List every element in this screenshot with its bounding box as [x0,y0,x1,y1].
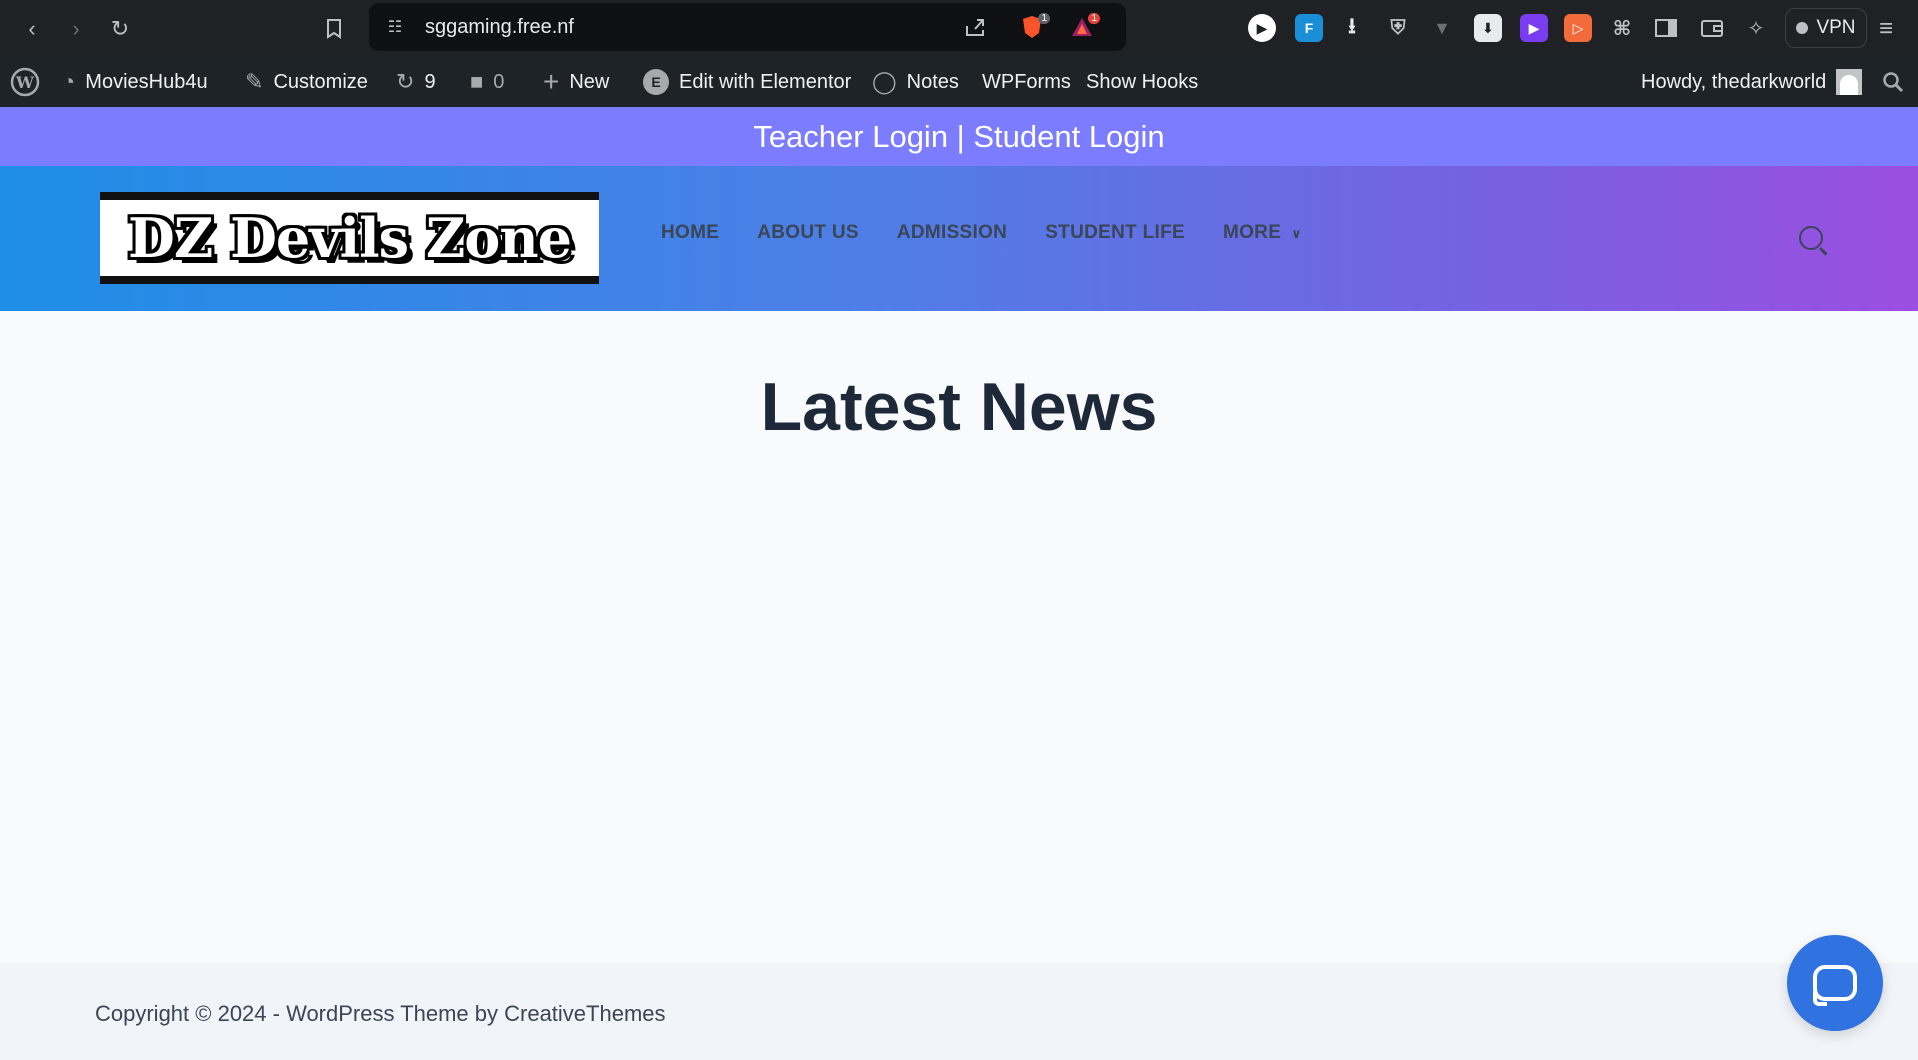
site-header: DZ Devils Zone HOME ABOUT US ADMISSION S… [0,166,1918,311]
admin-new[interactable]: + New [543,57,609,107]
menu-icon[interactable]: ≡ [1870,13,1902,45]
login-links-bar[interactable]: Teacher Login | Student Login [0,107,1918,166]
site-name-label: MoviesHub4u [85,70,208,93]
admin-comments[interactable]: ■ 0 [470,57,504,107]
plus-icon: + [543,66,560,97]
download-icon[interactable]: ⭳ [1338,13,1366,42]
main-menu: HOME ABOUT US ADMISSION STUDENT LIFE MOR… [661,222,1302,244]
bookmark-icon[interactable] [318,13,350,45]
howdy-label: Howdy, thedarkworld [1641,70,1827,93]
url-text[interactable]: sggaming.free.nf [425,16,574,39]
admin-site-name[interactable]: ◔ MoviesHub4u [62,57,208,107]
updates-count: 9 [424,70,436,93]
menu-more-label: MORE [1222,222,1282,243]
show-hooks-label: Show Hooks [1086,70,1199,93]
avatar [1836,69,1863,95]
dashboard-icon: ◔ [62,69,76,94]
menu-about-us[interactable]: ABOUT US [757,222,859,244]
extension-cursor-icon[interactable]: ▶ [1248,14,1276,42]
brave-shields-icon[interactable]: 1 [1016,11,1050,43]
updates-icon: ↻ [396,69,415,94]
vpn-button[interactable]: VPN [1785,8,1867,48]
admin-customize[interactable]: ✎ Customize [245,57,368,107]
page-title: Latest News [760,369,1158,445]
site-footer: Copyright © 2024 - WordPress Theme by Cr… [0,963,1918,1060]
brush-icon: ✎ [245,69,264,94]
wallet-icon[interactable] [1698,14,1726,42]
logo-bottom-stripe [100,276,599,284]
share-icon[interactable] [959,11,991,43]
search-icon[interactable] [1799,226,1823,250]
admin-search-icon[interactable] [1882,57,1904,107]
brave-badge: 1 [1038,13,1050,24]
copyright-text: Copyright © 2024 - WordPress Theme by Cr… [95,1001,666,1026]
vpn-label: VPN [1816,17,1856,38]
admin-updates[interactable]: ↻ 9 [396,57,436,107]
logo-top-stripe [100,192,599,200]
wpforms-label: WPForms [982,70,1071,93]
new-label: New [569,70,610,93]
extension-play-icon[interactable]: ▶ [1520,14,1548,42]
site-logo[interactable]: DZ Devils Zone [100,192,599,284]
shield-icon[interactable]: ⛨ [1384,14,1412,42]
comment-icon: ■ [470,69,484,94]
leo-ai-icon[interactable]: ✧ [1742,14,1770,42]
elementor-icon: E [643,69,669,95]
extension-player-icon[interactable]: ▷ [1564,14,1592,42]
logo-text: DZ Devils Zone [128,206,572,270]
alert-badge: 1 [1088,13,1100,24]
login-links-text[interactable]: Teacher Login | Student Login [753,119,1164,155]
forward-icon[interactable]: › [60,13,92,45]
reload-icon[interactable]: ↻ [104,13,136,45]
menu-student-life[interactable]: STUDENT LIFE [1045,222,1185,244]
admin-account[interactable]: Howdy, thedarkworld [1641,57,1863,107]
admin-elementor[interactable]: E Edit with Elementor [643,57,851,107]
admin-show-hooks[interactable]: Show Hooks [1086,57,1198,107]
brave-rewards-icon[interactable]: 1 [1066,11,1100,43]
chat-bubble-icon [1813,965,1857,1006]
chat-button[interactable] [1787,935,1883,1031]
browser-toolbar: ‹ › ↻ ☷ sggaming.free.nf 1 1 ▶ F ⭳ ⛨ ▼ ⬇… [0,0,1918,57]
comments-count: 0 [493,70,505,93]
menu-admission[interactable]: ADMISSION [897,222,1007,244]
site-settings-icon[interactable]: ☷ [379,11,411,43]
wp-admin-bar: W ◔ MoviesHub4u ✎ Customize ↻ 9 ■ 0 + Ne… [0,57,1918,107]
extension-translate-icon[interactable]: F [1295,14,1323,42]
extension-gray-icon[interactable]: ▼ [1428,14,1456,42]
admin-wpforms[interactable]: WPForms [982,57,1071,107]
menu-more[interactable]: MORE ∨ [1223,222,1302,244]
svg-text:W: W [15,73,35,92]
menu-home[interactable]: HOME [661,222,719,244]
elementor-label: Edit with Elementor [679,70,852,93]
sidebar-icon[interactable] [1652,14,1680,42]
notes-bubble-icon: ◯ [872,69,897,94]
wordpress-logo-icon[interactable]: W [10,57,40,107]
chevron-down-icon: ∨ [1291,226,1303,241]
extensions-puzzle-icon[interactable]: ⌘ [1608,14,1636,42]
notes-label: Notes [906,70,959,93]
back-icon[interactable]: ‹ [16,13,48,45]
vpn-status-icon [1796,22,1809,34]
customize-label: Customize [273,70,368,93]
admin-notes[interactable]: ◯ Notes [872,57,959,107]
extension-download-icon[interactable]: ⬇ [1474,14,1502,42]
address-bar[interactable]: ☷ sggaming.free.nf 1 1 [369,3,1126,51]
